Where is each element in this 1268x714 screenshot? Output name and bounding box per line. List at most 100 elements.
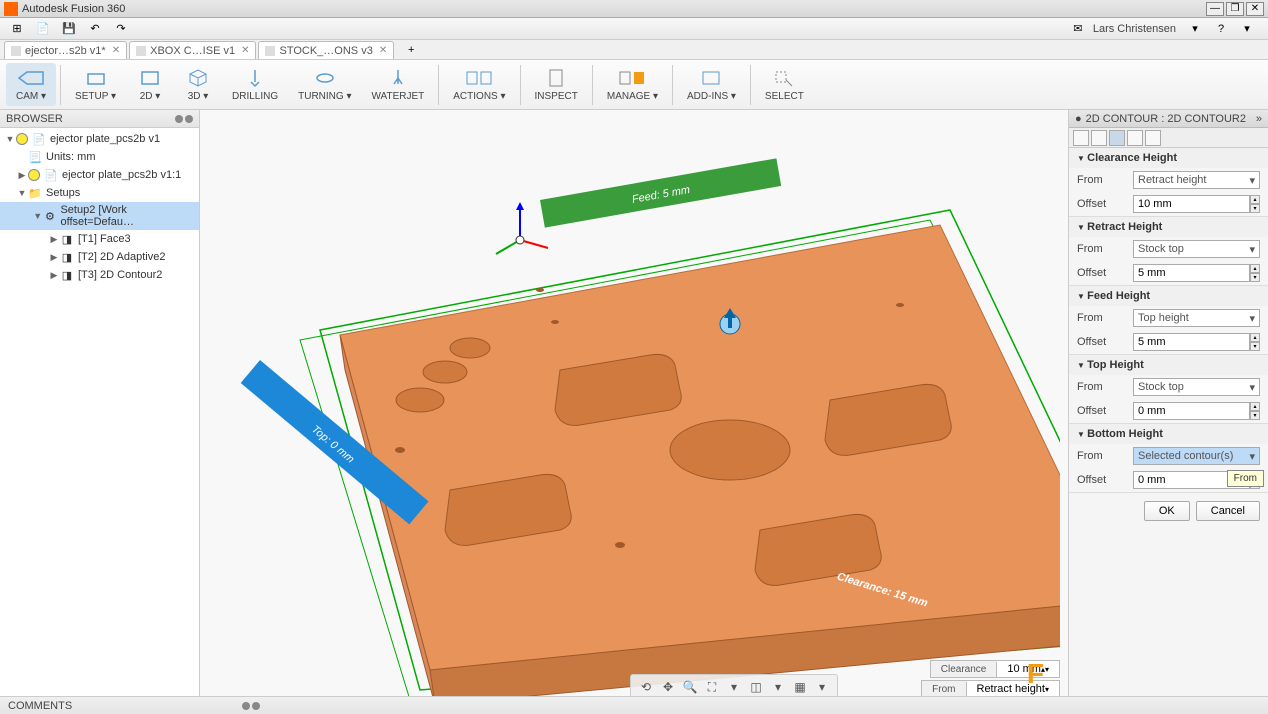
from-select[interactable]: Retract height▾ xyxy=(1133,171,1260,189)
browser-expand-icon[interactable] xyxy=(175,115,183,123)
grid-icon[interactable]: ⊞ xyxy=(6,20,28,38)
ribbon-addins[interactable]: ADD-INS ▾ xyxy=(677,63,746,106)
offset-input[interactable]: 10 mm xyxy=(1133,195,1250,213)
folder-icon: 📁 xyxy=(28,186,42,200)
turning-label: TURNING ▾ xyxy=(298,91,351,102)
section-header[interactable]: Bottom Height xyxy=(1069,424,1268,444)
fit-icon[interactable]: ⛶ xyxy=(703,678,721,696)
spin-down-icon[interactable]: ▾ xyxy=(1250,411,1260,420)
tab-geometry-icon[interactable] xyxy=(1091,130,1107,146)
section-header[interactable]: Top Height xyxy=(1069,355,1268,375)
ribbon-waterjet[interactable]: WATERJET xyxy=(361,63,434,106)
new-tab-icon[interactable]: + xyxy=(400,41,422,59)
help-dropdown-icon[interactable]: ▾ xyxy=(1236,20,1258,38)
tab-close-icon[interactable]: ✕ xyxy=(379,45,387,56)
offset-input[interactable]: 5 mm xyxy=(1133,333,1250,351)
ribbon-actions[interactable]: ACTIONS ▾ xyxy=(443,63,515,106)
cancel-button[interactable]: Cancel xyxy=(1196,501,1260,521)
ribbon-select[interactable]: SELECT xyxy=(755,63,814,106)
from-select[interactable]: Top height▾ xyxy=(1133,309,1260,327)
offset-input[interactable]: 5 mm xyxy=(1133,264,1250,282)
expand-icon[interactable]: ▼ xyxy=(32,211,43,221)
cam-label: CAM ▾ xyxy=(16,91,46,102)
display-icon[interactable]: ◫ xyxy=(747,678,765,696)
props-expand-icon[interactable]: » xyxy=(1256,113,1262,125)
ribbon-manage[interactable]: MANAGE ▾ xyxy=(597,63,668,106)
maximize-button[interactable]: ❐ xyxy=(1226,2,1244,16)
file-icon[interactable]: 📄 xyxy=(32,20,54,38)
zoom-icon[interactable]: 🔍 xyxy=(681,678,699,696)
tree-item-setup2[interactable]: ▼ ⚙ Setup2 [Work offset=Defau… xyxy=(0,202,199,230)
tab-xbox[interactable]: XBOX C…ISE v1 ✕ xyxy=(129,41,256,59)
tab-close-icon[interactable]: ✕ xyxy=(241,45,249,56)
redo-icon[interactable]: ↷ xyxy=(110,20,132,38)
spin-up-icon[interactable]: ▴ xyxy=(1250,333,1260,342)
section-header[interactable]: Retract Height xyxy=(1069,217,1268,237)
expand-icon[interactable]: ▼ xyxy=(4,134,16,144)
browser-options-icon[interactable] xyxy=(185,115,193,123)
save-icon[interactable]: 💾 xyxy=(58,20,80,38)
browser-panel: BROWSER ▼ 📄 ejector plate_pcs2b v1 📃 Uni… xyxy=(0,110,200,714)
tree-item-setups[interactable]: ▼ 📁 Setups xyxy=(0,184,199,202)
ribbon-3d[interactable]: 3D ▾ xyxy=(174,63,222,106)
undo-icon[interactable]: ↶ xyxy=(84,20,106,38)
tree-item-op-contour[interactable]: ▶ ◨ [T3] 2D Contour2 xyxy=(0,266,199,284)
section-header[interactable]: Clearance Height xyxy=(1069,148,1268,168)
model-view[interactable]: Feed: 5 mm Top: 0 mm Clearance: 15 mm xyxy=(200,110,1060,714)
ribbon-inspect[interactable]: INSPECT xyxy=(525,63,588,106)
section-header[interactable]: Feed Height xyxy=(1069,286,1268,306)
expand-icon[interactable]: ▶ xyxy=(48,270,60,281)
user-dropdown-icon[interactable]: ▾ xyxy=(1184,20,1206,38)
workspace-cam[interactable]: CAM ▾ xyxy=(6,63,56,106)
message-icon[interactable]: ✉ xyxy=(1067,20,1089,38)
grid-dropdown-icon[interactable]: ▾ xyxy=(813,678,831,696)
ok-button[interactable]: OK xyxy=(1144,501,1190,521)
comments-expand-icon[interactable] xyxy=(242,702,250,710)
offset-input[interactable]: 0 mm xyxy=(1133,402,1250,420)
tree-item-op-face[interactable]: ▶ ◨ [T1] Face3 xyxy=(0,230,199,248)
tab-passes-icon[interactable] xyxy=(1127,130,1143,146)
tree-item-op-adaptive[interactable]: ▶ ◨ [T2] 2D Adaptive2 xyxy=(0,248,199,266)
help-icon[interactable]: ? xyxy=(1210,20,1232,38)
expand-icon[interactable]: ▼ xyxy=(16,188,28,198)
spin-up-icon[interactable]: ▴ xyxy=(1250,195,1260,204)
spin-up-icon[interactable]: ▴ xyxy=(1250,264,1260,273)
spin-down-icon[interactable]: ▾ xyxy=(1250,273,1260,282)
expand-icon[interactable]: ▶ xyxy=(16,170,28,181)
orbit-icon[interactable]: ⟲ xyxy=(637,678,655,696)
offset-row: Offset 5 mm ▴▾ xyxy=(1069,330,1268,354)
tree-item-units[interactable]: 📃 Units: mm xyxy=(0,148,199,166)
spin-down-icon[interactable]: ▾ xyxy=(1250,342,1260,351)
tab-tool-icon[interactable] xyxy=(1073,130,1089,146)
spin-up-icon[interactable]: ▴ xyxy=(1250,402,1260,411)
tree-item-component[interactable]: ▶ 📄 ejector plate_pcs2b v1:1 xyxy=(0,166,199,184)
tab-stock[interactable]: STOCK_…ONS v3 ✕ xyxy=(258,41,394,59)
expand-icon[interactable]: ▶ xyxy=(48,252,60,263)
spin-down-icon[interactable]: ▾ xyxy=(1250,204,1260,213)
tab-linking-icon[interactable] xyxy=(1145,130,1161,146)
visibility-icon[interactable] xyxy=(16,133,28,145)
ribbon-setup[interactable]: SETUP ▾ xyxy=(65,63,126,106)
display-dropdown-icon[interactable]: ▾ xyxy=(769,678,787,696)
user-name[interactable]: Lars Christensen xyxy=(1093,23,1176,35)
tree-item-root[interactable]: ▼ 📄 ejector plate_pcs2b v1 xyxy=(0,130,199,148)
ribbon-turning[interactable]: TURNING ▾ xyxy=(288,63,361,106)
ribbon-drilling[interactable]: DRILLING xyxy=(222,63,288,106)
from-select[interactable]: Selected contour(s)▾ xyxy=(1133,447,1260,465)
expand-icon[interactable]: ▶ xyxy=(48,234,60,245)
tab-close-icon[interactable]: ✕ xyxy=(112,45,120,56)
from-select[interactable]: Stock top▾ xyxy=(1133,240,1260,258)
zoom-dropdown-icon[interactable]: ▾ xyxy=(725,678,743,696)
from-value[interactable]: Retract height▾ xyxy=(967,681,1060,697)
comments-options-icon[interactable] xyxy=(252,702,260,710)
from-select[interactable]: Stock top▾ xyxy=(1133,378,1260,396)
ribbon-2d[interactable]: 2D ▾ xyxy=(126,63,174,106)
grid-icon[interactable]: ▦ xyxy=(791,678,809,696)
close-button[interactable]: ✕ xyxy=(1246,2,1264,16)
2d-label: 2D ▾ xyxy=(140,91,161,102)
visibility-icon[interactable] xyxy=(28,169,40,181)
minimize-button[interactable]: — xyxy=(1206,2,1224,16)
tab-ejector[interactable]: ejector…s2b v1* ✕ xyxy=(4,41,127,59)
pan-icon[interactable]: ✥ xyxy=(659,678,677,696)
tab-heights-icon[interactable] xyxy=(1109,130,1125,146)
